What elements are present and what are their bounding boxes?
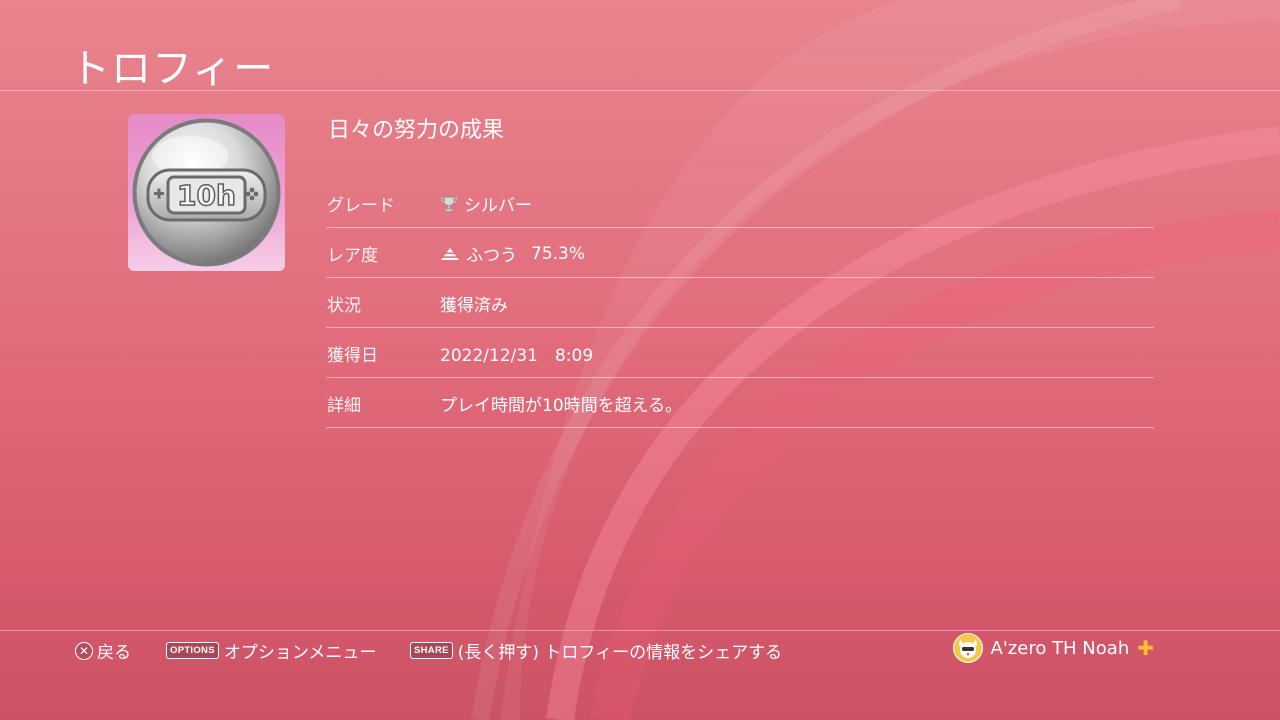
info-label: グレード (327, 196, 395, 216)
footer-divider (0, 630, 1280, 631)
page-title: トロフィー (70, 46, 275, 92)
options-label: オプションメニュー (223, 643, 377, 663)
footer-bar: ✕ 戻る OPTIONS オプションメニュー SHARE (長く押す) トロフィ… (0, 632, 1280, 668)
rarity-percent: 75.3% (531, 243, 586, 264)
title-divider (0, 90, 1280, 91)
trophy-medal-icon: 10h (132, 118, 281, 267)
info-row-grade: グレード シルバー (326, 178, 1154, 228)
info-value: ふつう 75.3% (440, 241, 585, 266)
share-button-icon: SHARE (410, 642, 453, 659)
details-value: プレイ時間が10時間を超える。 (440, 396, 683, 416)
trophy-badge-text: 10h (177, 179, 236, 212)
user-profile[interactable]: A'zero TH Noah ✚ (952, 633, 1154, 663)
info-label: レア度 (327, 246, 378, 266)
cross-button-icon: ✕ (75, 641, 93, 660)
options-button-icon: OPTIONS (166, 642, 219, 659)
rarity-value: ふつう (466, 246, 517, 266)
trophy-name: 日々の努力の成果 (328, 118, 505, 143)
silver-trophy-icon (440, 196, 458, 212)
info-label: 獲得日 (327, 346, 378, 366)
ps-plus-icon: ✚ (1137, 636, 1154, 660)
info-label: 詳細 (327, 396, 361, 416)
info-value: シルバー (440, 191, 532, 216)
status-value: 獲得済み (440, 296, 508, 316)
info-row-status: 状況 獲得済み (326, 278, 1154, 328)
trophy-info-table: グレード シルバー レア度 ふつう 75.3% 状況 獲得済み 獲得日 2022… (326, 178, 1154, 428)
rarity-common-icon (441, 247, 459, 260)
share-label: (長く押す) トロフィーの情報をシェアする (457, 643, 783, 663)
earned-date-value: 2022/12/31 8:09 (440, 346, 594, 366)
info-row-details: 詳細 プレイ時間が10時間を超える。 (326, 378, 1154, 428)
info-row-earned-date: 獲得日 2022/12/31 8:09 (326, 328, 1154, 378)
options-hint[interactable]: OPTIONS オプションメニュー (166, 638, 376, 663)
avatar (952, 633, 983, 663)
user-name: A'zero TH Noah (990, 637, 1130, 659)
back-label: 戻る (97, 643, 131, 663)
grade-value: シルバー (464, 196, 532, 216)
info-label: 状況 (327, 296, 361, 316)
share-hint[interactable]: SHARE (長く押す) トロフィーの情報をシェアする (410, 638, 782, 663)
info-row-rarity: レア度 ふつう 75.3% (326, 228, 1154, 278)
trophy-image: 10h (128, 114, 285, 271)
back-hint[interactable]: ✕ 戻る (75, 638, 131, 663)
